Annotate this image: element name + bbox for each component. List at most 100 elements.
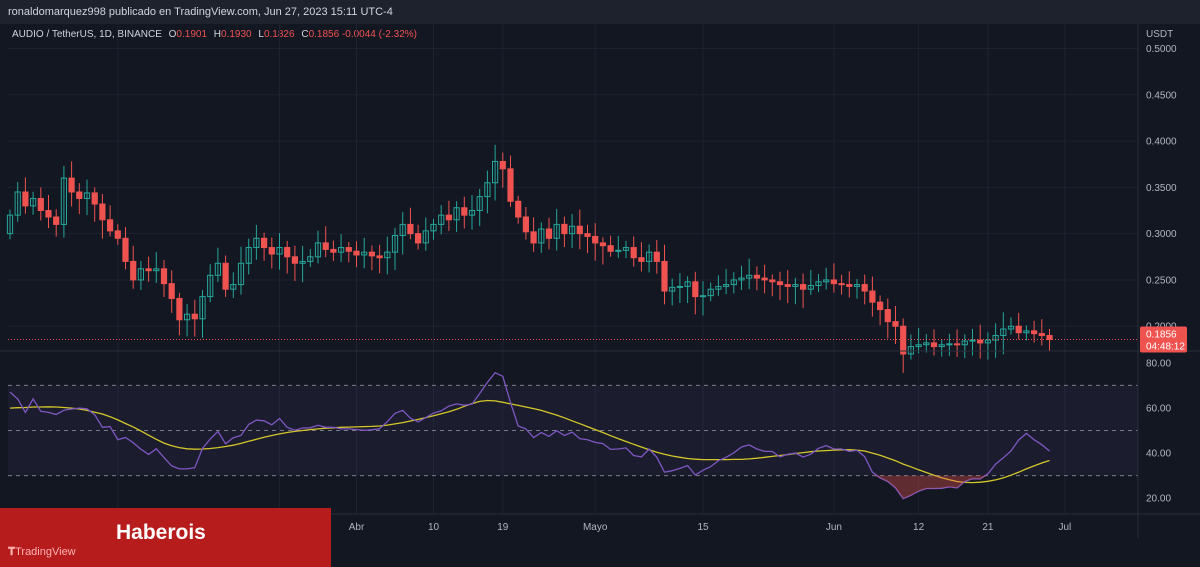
candle-body — [615, 249, 622, 252]
candle-up — [669, 278, 676, 306]
candle-down — [753, 266, 760, 291]
candle-up — [1023, 325, 1030, 341]
candle-body — [107, 219, 114, 232]
candle-down — [261, 232, 268, 261]
time-tick-label: Jul — [1059, 522, 1072, 533]
candle-body — [160, 268, 168, 285]
candle-body — [37, 197, 44, 212]
time-tick-label: 19 — [497, 522, 509, 533]
candle-body — [776, 281, 784, 286]
candle-body — [846, 284, 853, 287]
candle-down — [692, 271, 699, 315]
candle-body — [630, 247, 637, 259]
candle-body — [1046, 334, 1053, 341]
candle-up — [815, 274, 822, 293]
candle-down — [800, 273, 807, 309]
candle-body — [168, 283, 175, 299]
candle-body — [268, 247, 275, 255]
candle-down — [37, 187, 44, 221]
candle-up — [153, 252, 160, 283]
candle-body — [176, 297, 183, 321]
price-tick-label: 0.2500 — [1146, 275, 1177, 286]
candle-down — [653, 239, 660, 274]
candle-body — [784, 284, 791, 287]
candle-body — [769, 279, 776, 283]
candle-body — [322, 242, 329, 250]
candle-body — [1038, 333, 1045, 336]
candle-down — [954, 329, 961, 357]
price-chart[interactable]: 0.50000.45000.40000.35000.30000.25000.20… — [0, 24, 1200, 538]
candle-down — [91, 187, 98, 222]
candle-body — [45, 210, 52, 218]
candle-down — [291, 245, 298, 282]
candle-down — [160, 259, 168, 297]
candle-body — [291, 256, 298, 264]
candle-up — [707, 282, 714, 302]
candle-up — [853, 279, 861, 299]
candle-down — [861, 274, 868, 305]
candle-down — [761, 264, 768, 294]
candle-body — [99, 203, 106, 221]
candle-down — [630, 236, 637, 267]
candle-body — [415, 233, 422, 244]
candle-up — [792, 277, 799, 305]
price-tick-label: 0.5000 — [1146, 44, 1177, 55]
candle-up — [245, 238, 252, 275]
candle-down — [322, 226, 329, 258]
candle-down — [99, 194, 106, 239]
candle-up — [676, 273, 683, 303]
time-tick-label: Jun — [826, 522, 842, 533]
candle-up — [60, 165, 67, 238]
tradingview-brand: TradingView — [15, 546, 76, 558]
candle-down — [45, 194, 52, 229]
candle-body — [954, 343, 961, 346]
candle-up — [484, 170, 491, 214]
candle-body — [507, 168, 514, 202]
candle-down — [284, 240, 291, 274]
candle-body — [284, 247, 291, 258]
price-tick-label: 0.4000 — [1146, 137, 1177, 148]
candle-body — [68, 177, 75, 193]
candle-down — [522, 206, 529, 240]
candle-up — [276, 233, 283, 270]
last-price-tag: 0.1856 04:48:12 — [1140, 326, 1187, 353]
candle-down — [461, 196, 468, 229]
candle-up — [6, 209, 14, 240]
candle-up — [299, 245, 306, 283]
candle-body — [753, 274, 760, 279]
candle-body — [800, 284, 807, 290]
candle-down — [53, 209, 60, 237]
candle-body — [638, 257, 645, 262]
candle-up — [807, 269, 814, 295]
candle-up — [923, 334, 930, 353]
candle-down — [545, 217, 553, 250]
candle-down — [415, 224, 422, 250]
candle-down — [576, 209, 583, 250]
candle-down — [407, 207, 414, 240]
candle-down — [638, 242, 645, 272]
candle-body — [900, 325, 907, 355]
candle-up — [361, 237, 368, 269]
candle-body — [114, 230, 121, 239]
candle-up — [468, 194, 476, 230]
candle-body — [261, 237, 268, 249]
candle-up — [646, 244, 653, 273]
candle-up — [715, 275, 722, 296]
candle-down — [599, 237, 606, 265]
candle-body — [599, 242, 606, 247]
price-tick-label: 0.3500 — [1146, 183, 1177, 194]
candle-down — [130, 245, 137, 289]
candle-body — [345, 247, 352, 252]
candle-body — [653, 251, 660, 262]
candle-down — [869, 276, 876, 317]
candle-up — [569, 214, 576, 249]
candle-up — [430, 218, 437, 240]
candle-body — [222, 262, 229, 290]
candle-body — [1015, 325, 1022, 334]
candle-up — [961, 334, 968, 359]
candle-body — [869, 290, 876, 303]
candle-down — [330, 240, 337, 262]
rsi-tick-label: 40.00 — [1146, 449, 1171, 460]
candle-down — [846, 271, 853, 298]
candle-down — [877, 295, 884, 326]
